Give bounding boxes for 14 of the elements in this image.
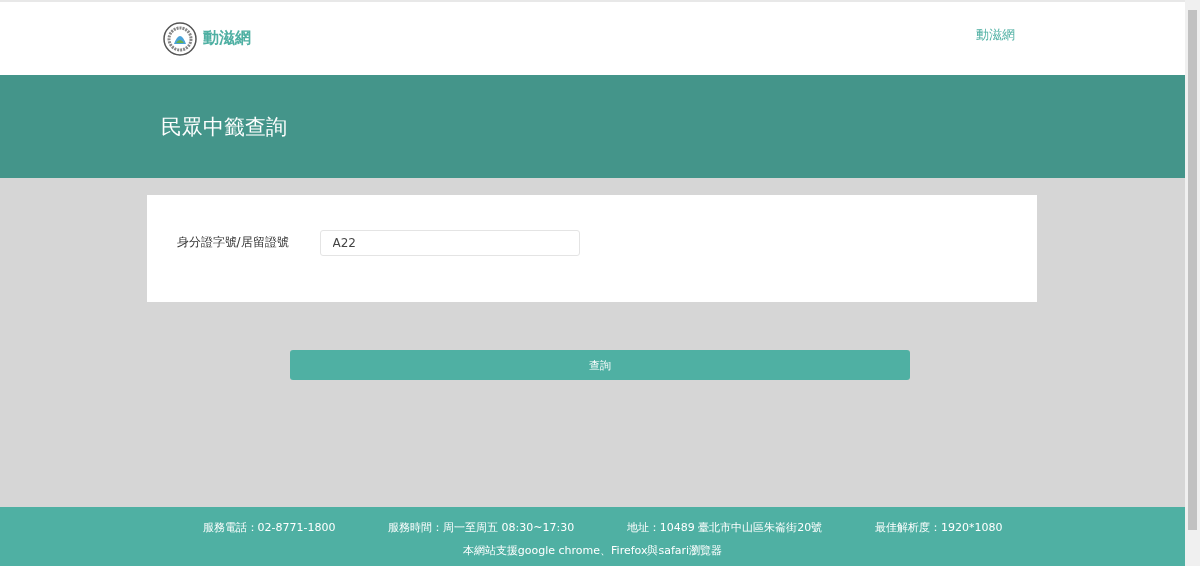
field-label: 身分證字號/居留證號 bbox=[176, 234, 290, 251]
scrollbar-thumb[interactable] bbox=[1188, 10, 1197, 530]
footer-info: 服務電話：02-8771-1800 bbox=[202, 520, 336, 535]
page-title: 民眾中籤查詢 bbox=[161, 113, 287, 141]
emblem-icon bbox=[163, 21, 197, 56]
query-button[interactable]: 查詢 bbox=[290, 350, 910, 380]
id-input-field[interactable]: A22 bbox=[319, 229, 580, 256]
nav-link[interactable]: 動滋網 bbox=[976, 26, 1015, 44]
scrollbar[interactable] bbox=[1185, 0, 1200, 566]
footer-info: 服務時間：周一至周五 08:30~17:30 bbox=[388, 520, 575, 535]
footer-info: 地址：10489 臺北市中山區朱崙街20號 bbox=[626, 520, 823, 535]
footer-info: 最佳解析度：1920*1080 bbox=[875, 520, 1003, 535]
browser-note: 本網站支援google chrome、Firefox與safari瀏覽器 bbox=[462, 543, 723, 558]
site-name: 動滋網 bbox=[203, 28, 251, 49]
